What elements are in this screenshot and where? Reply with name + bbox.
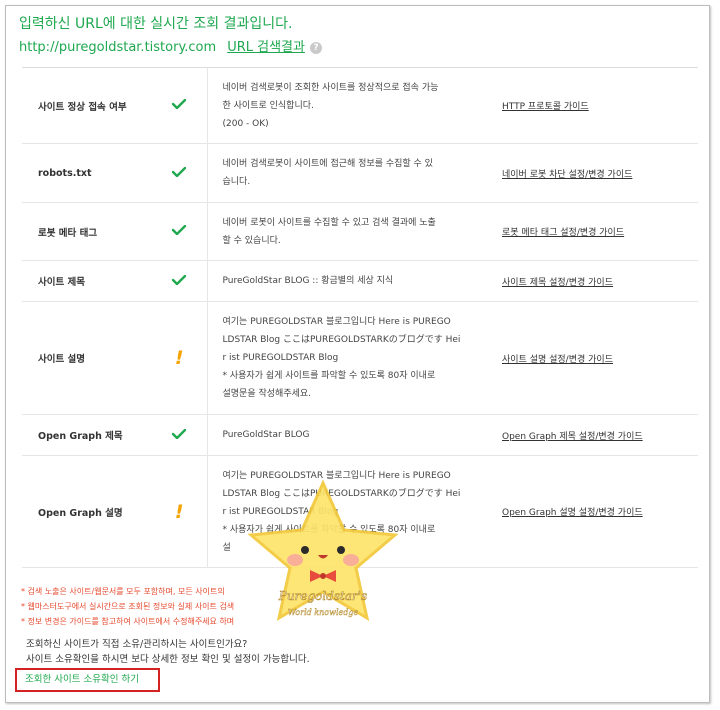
description-line: 네이버 검색로봇이 사이트에 접근해 정보를 수집할 수 있 [222,159,433,169]
warning-icon: ! [174,347,184,369]
table-row: 사이트 제목 PureGoldStar BLOG :: 황금별의 세상 지식 사이트… [22,260,698,302]
guide-cell: Open Graph 제목 설정/변경 가이드 [492,414,698,456]
verify-ownership-button[interactable]: 조회한 사이트 소유확인 하기 [15,668,160,692]
queried-url: http://puregoldstar.tistory.com [19,40,217,55]
watermark-subtitle: World knowledge [288,608,359,617]
guide-link[interactable]: 로봇 메타 태그 설정/변경 가이드 [502,228,624,238]
description-line: 할 수 있습니다. [222,235,281,246]
url-search-result-link[interactable]: URL 검색결과 [227,37,305,59]
star-mascot-watermark: Puregoldstar's World knowledge [248,479,398,622]
notes: * 검색 노출은 사이트/웹문서를 모두 포함하며, 모든 사이트의 * 웹마스… [21,584,234,629]
description-line: r ist PUREGOLDSTAR Blog [222,353,339,363]
guide-cell: 사이트 제목 설정/변경 가이드 [492,260,698,302]
guide-link[interactable]: Open Graph 제목 설정/변경 가이드 [502,432,643,442]
guide-cell: 로봇 메타 태그 설정/변경 가이드 [492,202,698,261]
guide-link[interactable]: 네이버 로봇 차단 설정/변경 가이드 [502,170,632,180]
check-status: ! [152,301,208,415]
warning-icon: ! [174,500,184,523]
description-line: 네이버 검색로봇이 조회한 사이트를 정상적으로 접속 가능 [222,82,439,93]
description-line: LDSTAR Blog ここはPUREGOLDSTARKのブログです Hei [222,335,461,345]
description-line: 설명문을 작성해주세요. [222,389,312,399]
check-description: 여기는 PUREGOLDSTAR 블로그입니다 Here is PUREGO LD… [207,301,492,415]
table-row: 로봇 메타 태그 네이버 로봇이 사이트를 수집할 수 있고 검색 결과에 노출할… [22,202,698,261]
guide-cell: 네이버 로봇 차단 설정/변경 가이드 [492,143,698,203]
check-status [152,67,208,144]
guide-cell: Open Graph 설명 설정/변경 가이드 [492,455,698,568]
table-row: 사이트 설명! 여기는 PUREGOLDSTAR 블로그입니다 Here is P… [22,301,698,415]
table-row: robots.txt 네이버 검색로봇이 사이트에 접근해 정보를 수집할 수 있… [22,143,698,203]
check-item-name: 사이트 설명 [22,301,152,415]
watermark-title: Puregoldstar's [278,589,367,603]
result-title: 입력하신 URL에 대한 실시간 조회 결과입니다. [19,16,293,32]
checkmark-icon [172,99,187,109]
check-item-name: robots.txt [22,143,152,203]
note-item: * 웹마스터도구에서 실시간으로 조회된 정보와 실제 사이트 검색 [21,602,235,611]
description-line: PureGoldStar BLOG [222,430,310,440]
check-item-name: Open Graph 제목 [22,414,152,456]
guide-link[interactable]: 사이트 설명 설정/변경 가이드 [502,355,613,365]
ownership-hint: 사이트 소유확인을 하시면 보다 상세한 정보 확인 및 설정이 가능합니다. [26,654,310,665]
guide-link[interactable]: 사이트 제목 설정/변경 가이드 [502,278,613,288]
ownership-question: 조회하신 사이트가 직접 소유/관리하시는 사이트인가요? [26,639,248,650]
guide-link[interactable]: Open Graph 설명 설정/변경 가이드 [502,508,643,518]
table-row: 사이트 정상 접속 여부 네이버 검색로봇이 조회한 사이트를 정상적으로 접속 … [22,67,698,144]
check-description: 네이버 로봇이 사이트를 수집할 수 있고 검색 결과에 노출할 수 있습니다. [207,202,492,261]
check-description: 네이버 검색로봇이 조회한 사이트를 정상적으로 접속 가능한 사이트로 인식합… [207,67,492,144]
check-item-name: Open Graph 설명 [22,455,152,568]
check-description: PureGoldStar BLOG :: 황금별의 세상 지식 [207,260,492,302]
description-line: * 사용자가 쉽게 사이트를 파악할 수 있도록 80자 이내로 [222,371,436,381]
guide-cell: HTTP 프로토콜 가이드 [492,67,698,144]
description-line: 한 사이트로 인식합니다. [222,100,314,111]
checkmark-icon [172,428,187,439]
description-line: (200 - OK) [222,118,269,129]
result-header: 입력하신 URL에 대한 실시간 조회 결과입니다. http://purego… [19,14,322,59]
checkmark-icon [172,274,187,285]
checkmark-icon [172,225,187,235]
checkmark-icon [172,166,187,177]
description-line: 습니다. [222,177,251,187]
verify-ownership-label: 조회한 사이트 소유확인 하기 [25,674,139,685]
check-description: PureGoldStar BLOG [207,414,492,456]
check-item-name: 사이트 제목 [22,260,152,302]
check-status [152,143,208,203]
check-status [152,260,208,302]
url-line: http://puregoldstar.tistory.com URL 검색결과… [19,37,322,59]
check-item-name: 로봇 메타 태그 [22,202,152,261]
ownership-prompt: 조회하신 사이트가 직접 소유/관리하시는 사이트인가요? 사이트 소유확인을 … [26,637,310,667]
check-item-name: 사이트 정상 접속 여부 [22,67,152,144]
note-item: * 검색 노출은 사이트/웹문서를 모두 포함하며, 모든 사이트의 [21,587,225,596]
guide-cell: 사이트 설명 설정/변경 가이드 [492,301,698,415]
description-line: PureGoldStar BLOG :: 황금별의 세상 지식 [222,276,394,286]
check-description: 네이버 검색로봇이 사이트에 접근해 정보를 수집할 수 있습니다. [207,143,492,203]
help-icon[interactable]: ? [309,42,322,54]
check-status: ! [152,455,208,568]
guide-link[interactable]: HTTP 프로토콜 가이드 [502,102,589,112]
description-line: 여기는 PUREGOLDSTAR 블로그입니다 Here is PUREGO [222,317,451,327]
note-item: * 정보 변경은 가이드를 참고하여 사이트에서 수정해주세요 하며 [21,617,235,626]
table-row: Open Graph 제목 PureGoldStar BLOG Open Graph… [22,414,698,456]
check-status [152,414,208,456]
description-line: 네이버 로봇이 사이트를 수집할 수 있고 검색 결과에 노출 [222,217,436,228]
check-status [152,202,208,261]
